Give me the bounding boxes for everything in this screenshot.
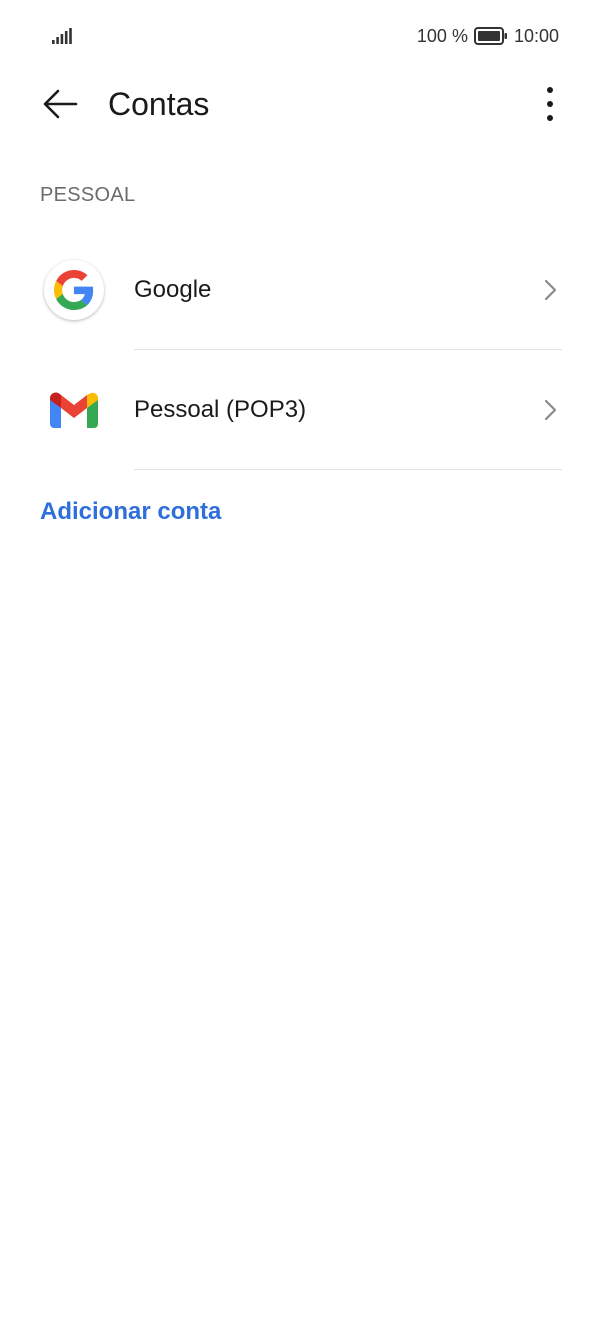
- chevron-right-icon: [544, 279, 557, 301]
- account-icon-wrapper: [42, 378, 106, 442]
- status-right: 100 % 10:00: [417, 24, 559, 48]
- add-account-button[interactable]: Adicionar conta: [40, 496, 221, 528]
- chevron-right-icon: [544, 399, 557, 421]
- google-icon: [54, 270, 94, 310]
- page-title: Contas: [108, 86, 210, 122]
- account-row-google[interactable]: Google: [0, 230, 602, 350]
- more-vertical-icon: [547, 87, 553, 121]
- divider: [134, 469, 562, 470]
- account-row-pop3[interactable]: Pessoal (POP3): [0, 350, 602, 470]
- account-label: Pessoal (POP3): [134, 396, 307, 423]
- back-button[interactable]: [36, 80, 84, 128]
- more-options-button[interactable]: [528, 80, 572, 128]
- app-bar: Contas: [0, 72, 602, 134]
- status-bar: 100 % 10:00: [0, 0, 602, 72]
- account-icon-wrapper: [42, 258, 106, 322]
- gmail-icon: [50, 392, 98, 428]
- battery-full-icon: [473, 27, 507, 45]
- arrow-left-icon: [43, 89, 78, 119]
- battery-percent: 100 %: [416, 25, 468, 46]
- section-header-personal: PESSOAL: [40, 184, 136, 206]
- signal-bars-icon: [52, 28, 72, 44]
- account-label: Google: [134, 276, 212, 303]
- google-icon-circle: [44, 260, 104, 320]
- clock-time: 10:00: [513, 25, 559, 46]
